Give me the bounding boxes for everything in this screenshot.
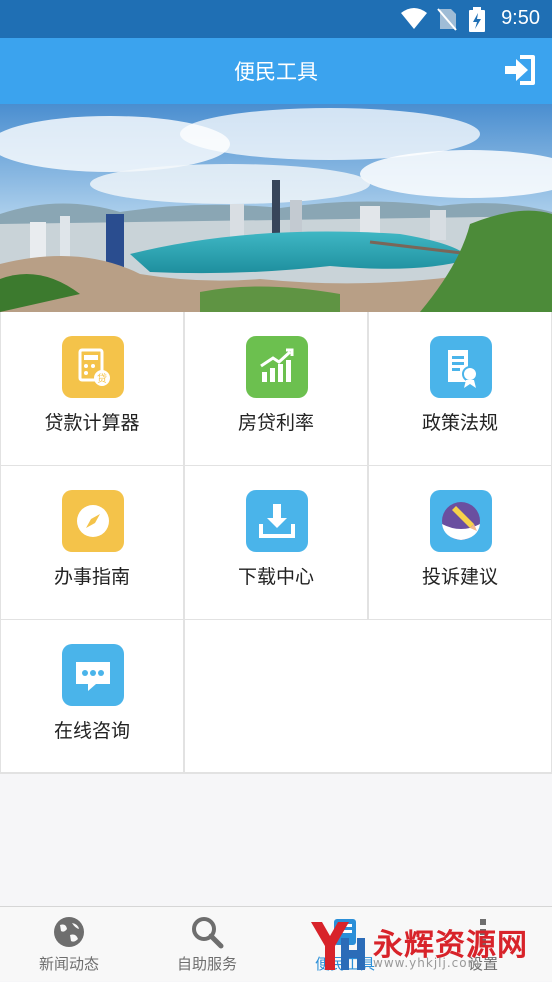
battery-charging-icon xyxy=(469,7,485,32)
tool-label: 房贷利率 xyxy=(237,412,314,434)
watermark-logo xyxy=(311,922,365,970)
download-icon xyxy=(246,490,308,552)
app-bar: 便民工具 xyxy=(0,38,552,104)
certificate-icon xyxy=(430,336,492,398)
tool-service-guide[interactable]: 办事指南 xyxy=(0,466,184,620)
tool-label: 政策法规 xyxy=(421,412,498,434)
tab-self-service[interactable]: 自助服务 xyxy=(138,907,276,982)
tool-label: 下载中心 xyxy=(237,566,314,588)
tool-mortgage-rate[interactable]: 房贷利率 xyxy=(184,312,368,466)
chart-up-icon xyxy=(246,336,308,398)
tool-complaint-suggestion[interactable]: 投诉建议 xyxy=(368,466,552,620)
tool-label: 在线咨询 xyxy=(53,720,130,742)
compass-icon xyxy=(62,490,124,552)
tool-policy-regulations[interactable]: 政策法规 xyxy=(368,312,552,466)
status-bar: 9:50 xyxy=(0,0,552,38)
tool-grid: 贷 贷款计算器 房贷利率 政策法规 办事指南 下载中心 投诉建议 在线咨询 xyxy=(0,312,552,774)
calculator-icon: 贷 xyxy=(62,336,124,398)
status-time: 9:50 xyxy=(501,7,540,29)
login-icon[interactable] xyxy=(502,52,538,88)
tab-news[interactable]: 新闻动态 xyxy=(0,907,138,982)
tab-label: 新闻动态 xyxy=(38,955,99,973)
watermark: 永辉资源网 www.yhkjlj.com xyxy=(305,912,550,978)
tool-online-consult[interactable]: 在线咨询 xyxy=(0,620,184,774)
tab-label: 自助服务 xyxy=(176,955,237,973)
search-icon xyxy=(192,917,224,949)
chat-icon xyxy=(62,644,124,706)
globe-icon xyxy=(54,917,84,947)
tool-label: 贷款计算器 xyxy=(44,412,140,434)
empty-cell xyxy=(184,620,552,774)
pencil-note-icon xyxy=(430,490,492,552)
tool-label: 办事指南 xyxy=(53,566,130,588)
banner-image xyxy=(0,104,552,312)
tool-loan-calculator[interactable]: 贷 贷款计算器 xyxy=(0,312,184,466)
page-title: 便民工具 xyxy=(234,60,318,84)
watermark-url: www.yhkjlj.com xyxy=(373,956,481,970)
no-sim-icon xyxy=(437,8,457,31)
tool-download-center[interactable]: 下载中心 xyxy=(184,466,368,620)
wifi-icon xyxy=(401,8,427,29)
svg-text:贷: 贷 xyxy=(97,372,107,385)
tool-label: 投诉建议 xyxy=(421,566,498,588)
